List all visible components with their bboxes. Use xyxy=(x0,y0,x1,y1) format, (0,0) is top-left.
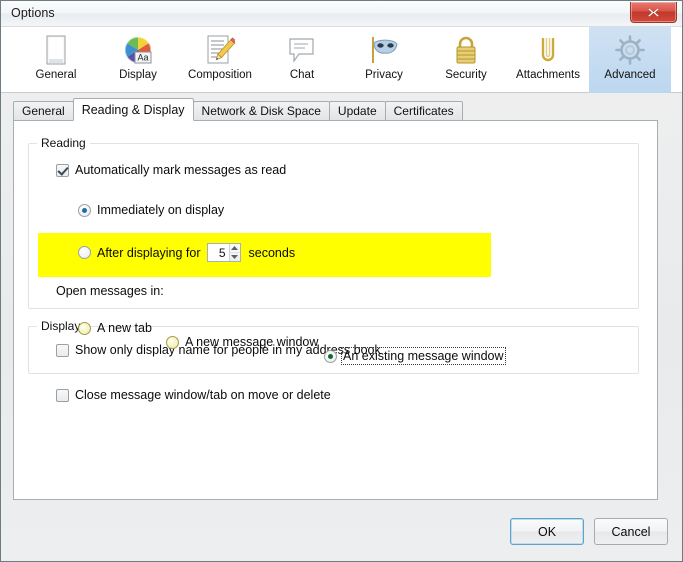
close-button[interactable] xyxy=(630,2,677,23)
icon-tab-label: Chat xyxy=(289,69,315,81)
icon-tab-composition[interactable]: Composition xyxy=(179,27,261,93)
icon-tab-label: General xyxy=(35,69,77,81)
icon-tab-label: Composition xyxy=(188,69,252,81)
document-page-icon xyxy=(38,32,74,68)
padlock-icon xyxy=(448,32,484,68)
sub-tab-label: Update xyxy=(337,104,377,118)
icon-tab-attachments[interactable]: Attachments xyxy=(507,27,589,93)
after-displaying-radio[interactable] xyxy=(78,246,91,259)
ok-button[interactable]: OK xyxy=(510,518,584,545)
open-in-existing-message-window-row[interactable]: An existing message window xyxy=(324,347,682,365)
cancel-button-label: Cancel xyxy=(611,524,651,539)
icon-tab-general[interactable]: General xyxy=(15,27,97,93)
icon-tab-label: Security xyxy=(445,69,487,81)
spinner-up-icon[interactable] xyxy=(229,244,240,253)
open-in-new-message-window-radio[interactable] xyxy=(166,335,179,349)
spinner-arrows xyxy=(228,244,240,261)
svg-text:Aa: Aa xyxy=(137,53,148,63)
open-in-new-tab-radio[interactable] xyxy=(78,321,91,335)
sub-tab-label: Reading & Display xyxy=(81,102,185,117)
open-in-new-tab-label: A new tab xyxy=(97,321,152,335)
auto-mark-read-checkbox[interactable] xyxy=(56,163,69,177)
open-in-new-tab-row[interactable]: A new tab xyxy=(78,321,682,335)
icon-tab-chat[interactable]: Chat xyxy=(261,27,343,93)
close-message-window-row[interactable]: Close message window/tab on move or dele… xyxy=(56,388,682,402)
seconds-unit-label: seconds xyxy=(248,245,296,260)
notepad-pencil-icon xyxy=(202,32,238,68)
open-in-existing-message-window-label: An existing message window xyxy=(341,347,506,365)
seconds-value[interactable]: 5 xyxy=(208,246,229,260)
sub-tab-label: General xyxy=(22,104,65,118)
spinner-down-icon[interactable] xyxy=(230,253,240,261)
after-displaying-label: After displaying for xyxy=(97,245,201,260)
dialog-footer: OK Cancel xyxy=(510,518,668,545)
immediately-on-display-label: Immediately on display xyxy=(97,203,225,217)
settings-panel: Reading Automatically mark messages as r… xyxy=(13,120,658,500)
gear-icon xyxy=(612,32,648,68)
category-icon-bar: General Aa Display Composition Chat Priv… xyxy=(1,27,682,93)
sub-tab-certificates[interactable]: Certificates xyxy=(384,101,463,121)
sub-tab-label: Certificates xyxy=(393,104,454,118)
close-message-window-label: Close message window/tab on move or dele… xyxy=(75,388,331,402)
title-bar: Options xyxy=(1,1,682,27)
close-message-window-checkbox[interactable] xyxy=(56,388,69,402)
open-in-existing-message-window-radio[interactable] xyxy=(324,349,337,363)
window-title: Options xyxy=(11,6,55,20)
auto-mark-read-row[interactable]: Automatically mark messages as read xyxy=(56,163,682,177)
icon-tab-label: Attachments xyxy=(516,69,580,81)
open-messages-in-label: Open messages in: xyxy=(56,284,164,298)
auto-mark-read-label: Automatically mark messages as read xyxy=(75,163,287,177)
icon-tab-advanced[interactable]: Advanced xyxy=(589,27,671,93)
sub-tab-bar: General Reading & Display Network & Disk… xyxy=(13,98,463,121)
content-area: General Reading & Display Network & Disk… xyxy=(1,94,682,561)
options-dialog: Options General Aa Display Composition C… xyxy=(0,0,683,562)
reading-groupbox-title: Reading xyxy=(37,136,90,150)
open-in-new-message-window-label: A new message window xyxy=(185,335,319,349)
paperclip-icon xyxy=(530,32,566,68)
open-messages-in-label-row: Open messages in: xyxy=(56,284,682,298)
icon-tab-label: Privacy xyxy=(365,69,403,81)
color-wheel-aa-icon: Aa xyxy=(120,32,156,68)
seconds-spinner[interactable]: 5 xyxy=(206,243,241,262)
sub-tab-update[interactable]: Update xyxy=(328,101,386,121)
speech-bubble-icon xyxy=(284,32,320,68)
show-display-name-checkbox[interactable] xyxy=(56,343,69,357)
mask-icon xyxy=(366,32,402,68)
icon-tab-label: Advanced xyxy=(604,69,656,81)
sub-tab-label: Network & Disk Space xyxy=(201,104,321,118)
icon-tab-privacy[interactable]: Privacy xyxy=(343,27,425,93)
sub-tab-network-disk-space[interactable]: Network & Disk Space xyxy=(192,101,330,121)
cancel-button[interactable]: Cancel xyxy=(594,518,668,545)
icon-tab-label: Display xyxy=(119,69,157,81)
sub-tab-reading-display[interactable]: Reading & Display xyxy=(72,98,194,121)
close-x-icon xyxy=(647,7,660,18)
icon-tab-display[interactable]: Aa Display xyxy=(97,27,179,93)
icon-tab-security[interactable]: Security xyxy=(425,27,507,93)
immediately-on-display-radio[interactable] xyxy=(78,203,91,217)
sub-tab-general[interactable]: General xyxy=(13,101,74,121)
ok-button-label: OK xyxy=(537,524,557,539)
open-in-new-message-window-row[interactable]: A new message window xyxy=(166,335,682,349)
immediately-on-display-row[interactable]: Immediately on display xyxy=(78,203,682,217)
after-displaying-row[interactable]: After displaying for 5 seconds xyxy=(78,243,682,262)
